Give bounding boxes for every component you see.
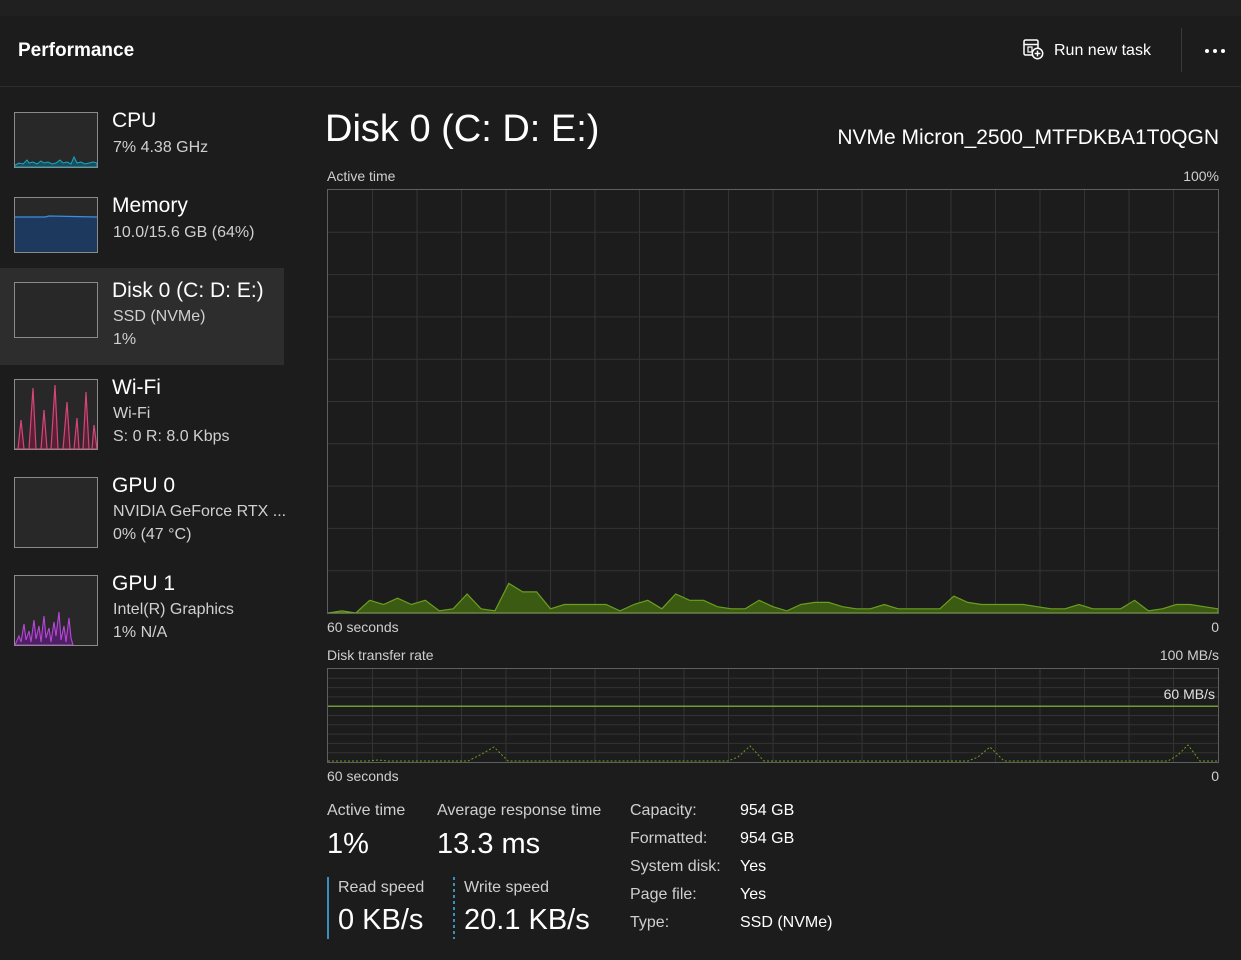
active-time-grid: [328, 190, 1218, 613]
sidebar-item-title: Wi-Fi: [112, 376, 161, 399]
sidebar-item-cpu[interactable]: CPU 7% 4.38 GHz: [0, 97, 284, 194]
system-disk-value: Yes: [740, 858, 767, 875]
avg-response-label: Average response time: [437, 802, 602, 819]
sidebar-item-memory[interactable]: Memory 10.0/15.6 GB (64%): [0, 182, 284, 279]
active-time-stat-value: 1%: [327, 828, 369, 860]
sidebar-item-detail: 10.0/15.6 GB (64%): [113, 224, 255, 241]
transfer-graph-label: Disk transfer rate: [327, 647, 434, 663]
capacity-label: Capacity:: [630, 802, 697, 819]
sidebar-item-speed: S: 0 R: 8.0 Kbps: [113, 428, 230, 445]
read-speed-value: 0 KB/s: [338, 904, 424, 936]
transfer-graph-max: 100 MB/s: [1159, 647, 1219, 663]
type-value: SSD (NVMe): [740, 914, 833, 931]
sidebar-item-usage: 0% (47 °C): [113, 526, 192, 543]
system-disk-label: System disk:: [630, 858, 721, 875]
title-bar: [0, 0, 1241, 16]
transfer-60mb-label: 60 MB/s: [1163, 686, 1215, 702]
capacity-value: 954 GB: [740, 802, 795, 819]
sidebar-item-detail: NVIDIA GeForce RTX ...: [113, 503, 287, 520]
more-horizontal-icon: [1205, 49, 1225, 53]
more-options-button[interactable]: [1200, 38, 1230, 64]
page-file-value: Yes: [740, 886, 767, 903]
avg-response-value: 13.3 ms: [437, 828, 541, 860]
gpu1-thumbnail-graph: [14, 575, 98, 646]
sidebar-item-detail: Wi-Fi: [113, 405, 151, 422]
run-new-task-label: Run new task: [1054, 42, 1151, 59]
sidebar-item-detail: 7% 4.38 GHz: [113, 139, 209, 156]
wifi-thumbnail-graph: [14, 379, 98, 450]
disk-thumbnail-graph: [14, 282, 98, 338]
page-title: Performance: [18, 40, 135, 61]
sidebar-item-usage: 1% N/A: [113, 624, 168, 641]
sidebar-item-title: GPU 1: [112, 572, 176, 595]
run-new-task-button[interactable]: Run new task: [1022, 36, 1151, 66]
run-task-icon: [1022, 38, 1044, 65]
page-header: Performance Run new task: [0, 16, 1241, 87]
sidebar-item-detail: SSD (NVMe): [113, 308, 206, 325]
type-label: Type:: [630, 914, 670, 931]
active-time-graph: [327, 189, 1219, 614]
sidebar-item-usage: 1%: [113, 331, 137, 348]
sidebar-item-title: Memory: [112, 194, 188, 217]
sidebar-item-title: GPU 0: [112, 474, 176, 497]
page-file-label: Page file:: [630, 886, 697, 903]
sidebar-item-gpu-1[interactable]: GPU 1 Intel(R) Graphics 1% N/A: [0, 561, 284, 658]
formatted-value: 954 GB: [740, 830, 795, 847]
active-time-right-label: 0: [1211, 619, 1219, 635]
memory-thumbnail-graph: [14, 197, 98, 253]
active-time-graph-max: 100%: [1183, 168, 1219, 184]
sidebar-item-disk-0[interactable]: Disk 0 (C: D: E:) SSD (NVMe) 1%: [0, 268, 284, 365]
formatted-label: Formatted:: [630, 830, 708, 847]
header-divider: [1181, 28, 1182, 72]
disk-title: Disk 0 (C: D: E:): [325, 108, 600, 150]
read-speed-label: Read speed: [338, 879, 425, 896]
sidebar-item-title: Disk 0 (C: D: E:): [112, 279, 264, 302]
gpu0-thumbnail-graph: [14, 477, 98, 548]
active-time-graph-label: Active time: [327, 168, 396, 184]
transfer-rate-graph: [327, 668, 1219, 763]
sidebar-item-detail: Intel(R) Graphics: [113, 601, 234, 618]
transfer-left-label: 60 seconds: [327, 768, 399, 784]
write-speed-value: 20.1 KB/s: [464, 904, 590, 936]
active-time-left-label: 60 seconds: [327, 619, 399, 635]
write-speed-indicator: [453, 877, 455, 939]
sidebar-item-gpu-0[interactable]: GPU 0 NVIDIA GeForce RTX ... 0% (47 °C): [0, 463, 287, 560]
sidebar-item-title: CPU: [112, 109, 157, 132]
cpu-thumbnail-graph: [14, 112, 98, 168]
active-time-stat-label: Active time: [327, 802, 406, 819]
transfer-rate-grid: [328, 669, 1218, 762]
read-speed-indicator: [327, 877, 329, 939]
sidebar-item-wifi[interactable]: Wi-Fi Wi-Fi S: 0 R: 8.0 Kbps: [0, 365, 284, 462]
write-speed-label: Write speed: [464, 879, 550, 896]
device-model: NVMe Micron_2500_MTFDKBA1T0QGN: [837, 126, 1219, 149]
transfer-right-label: 0: [1211, 768, 1219, 784]
